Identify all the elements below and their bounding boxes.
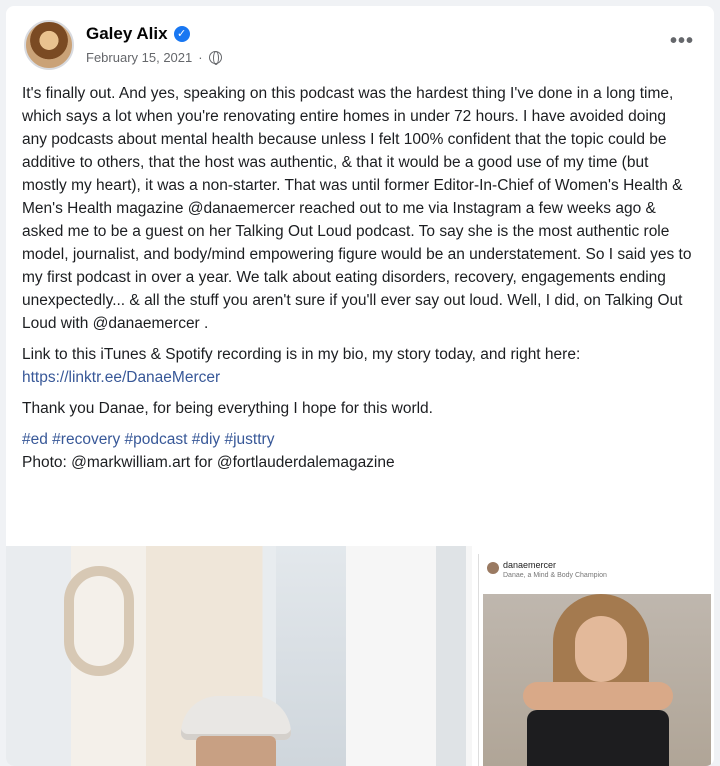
post-paragraph-2: Link to this iTunes & Spotify recording …: [22, 343, 694, 389]
photo-credit: Photo: @markwilliam.art for @fortlauderd…: [22, 454, 395, 471]
verified-badge-icon: ✓: [173, 26, 190, 42]
post-photos: danaemercer Danae, a Mind & Body Champio…: [6, 546, 714, 766]
more-options-button[interactable]: •••: [670, 30, 694, 53]
globe-icon: [208, 51, 222, 65]
embedded-photo-face: [575, 616, 627, 682]
photo-person: [196, 736, 276, 766]
embedded-username: danaemercer: [503, 560, 557, 570]
photo-arch-decor: [64, 566, 134, 676]
post-body: It's finally out. And yes, speaking on t…: [22, 82, 694, 482]
facebook-post-card: Galey Alix ✓ February 15, 2021 · ••• It'…: [6, 6, 714, 766]
photo-pillar: [436, 546, 466, 766]
meta-separator: ·: [198, 50, 203, 65]
post-paragraph-3: Thank you Danae, for being everything I …: [22, 400, 433, 417]
post-photo-main[interactable]: [6, 546, 472, 766]
post-date[interactable]: February 15, 2021: [86, 50, 192, 65]
embedded-subtitle: Danae, a Mind & Body Champion: [503, 572, 607, 579]
author-name-row: Galey Alix ✓: [86, 24, 190, 44]
link-intro-text: Link to this iTunes & Spotify recording …: [22, 346, 581, 363]
post-photo-screenshot[interactable]: danaemercer Danae, a Mind & Body Champio…: [478, 554, 714, 766]
author-name[interactable]: Galey Alix: [86, 24, 168, 44]
embedded-avatar: [487, 562, 499, 574]
linktree-link[interactable]: https://linktr.ee/DanaeMercer: [22, 369, 220, 386]
hashtags[interactable]: #ed #recovery #podcast #diy #justtry: [22, 431, 274, 448]
author-avatar[interactable]: [24, 20, 74, 70]
embedded-post-header: danaemercer Danae, a Mind & Body Champio…: [487, 560, 706, 594]
post-meta: February 15, 2021 ·: [86, 50, 222, 65]
embedded-photo-arms: [523, 682, 673, 710]
post-paragraph-1: It's finally out. And yes, speaking on t…: [22, 85, 692, 332]
post-paragraph-4: #ed #recovery #podcast #diy #justtry Pho…: [22, 428, 694, 474]
embedded-photo-top: [527, 710, 669, 766]
photo-cap: [181, 696, 291, 740]
post-header: Galey Alix ✓ February 15, 2021 · •••: [20, 18, 700, 78]
embedded-photo: [483, 594, 711, 766]
